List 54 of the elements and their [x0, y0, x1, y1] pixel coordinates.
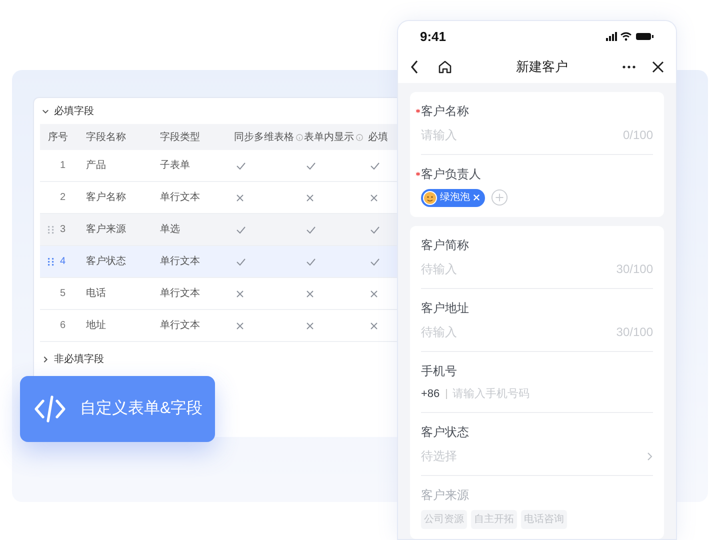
column-header: 序号	[48, 130, 68, 144]
table-row[interactable]: 4 客户状态 单行文本	[40, 246, 397, 278]
chevron-icon	[647, 452, 653, 460]
column-header: 同步多维表格	[234, 130, 294, 144]
status-icons	[606, 32, 654, 42]
column-header: 字段类型	[160, 130, 200, 144]
table-cell-text: 单选	[160, 222, 181, 237]
close-icon[interactable]	[652, 60, 664, 73]
code-icon	[34, 394, 66, 424]
table-row[interactable]: 3 客户来源 单选	[40, 214, 397, 246]
table-cell-text: 电话	[86, 286, 107, 301]
column-header: 必填	[368, 130, 388, 144]
table-cell-text: 单行文本	[160, 254, 201, 269]
column-header: 字段名称	[86, 130, 126, 144]
person-name: 绿泡泡	[440, 191, 470, 205]
home-icon[interactable]	[438, 60, 452, 74]
field-label: 客户负责人	[421, 166, 481, 182]
nav-title: 新建客户	[515, 58, 569, 76]
row-number: 6	[60, 319, 66, 333]
badge-label: 自定义表单&字段	[80, 398, 203, 419]
row-number: 1	[60, 159, 66, 173]
avatar-icon	[423, 190, 437, 204]
person-chip[interactable]: 绿泡泡	[421, 188, 485, 206]
remove-icon[interactable]	[473, 194, 480, 201]
table-cell-text: 客户状态	[86, 254, 127, 269]
status-time: 9:41	[420, 28, 446, 46]
table-cell-text: 单行文本	[160, 286, 201, 301]
back-icon[interactable]	[410, 60, 419, 74]
table-cell-text: 子表单	[160, 158, 191, 173]
column-header: 表单内显示	[304, 130, 354, 144]
drag-handle-icon[interactable]	[48, 226, 54, 234]
field-label: 手机号	[421, 362, 457, 380]
table-cell-text: 地址	[86, 318, 107, 333]
row-number: 5	[60, 287, 66, 301]
table-cell-text: 单行文本	[160, 190, 201, 205]
table-cell-text: 单行文本	[160, 318, 201, 333]
field-label: 客户简称	[421, 236, 469, 254]
chevron-icon[interactable]	[42, 108, 49, 114]
drag-handle-icon[interactable]	[48, 258, 54, 266]
row-number: 2	[60, 191, 66, 205]
chevron-icon[interactable]	[42, 356, 49, 362]
more-icon[interactable]	[622, 64, 636, 69]
section-title: 非必填字段	[54, 352, 104, 366]
table-cell-text: 客户名称	[86, 190, 127, 205]
row-number: 3	[60, 223, 66, 237]
table-cell-text: 客户来源	[86, 222, 127, 237]
field-label: 客户地址	[421, 300, 469, 316]
country-code[interactable]: +86	[421, 386, 440, 402]
table-cell-text: 产品	[86, 158, 107, 173]
field-label: 客户名称	[421, 102, 469, 120]
section-title: 必填字段	[54, 104, 94, 118]
field-label: 客户来源	[421, 487, 469, 504]
row-number: 4	[60, 255, 66, 269]
field-label: 客户状态	[421, 424, 469, 441]
